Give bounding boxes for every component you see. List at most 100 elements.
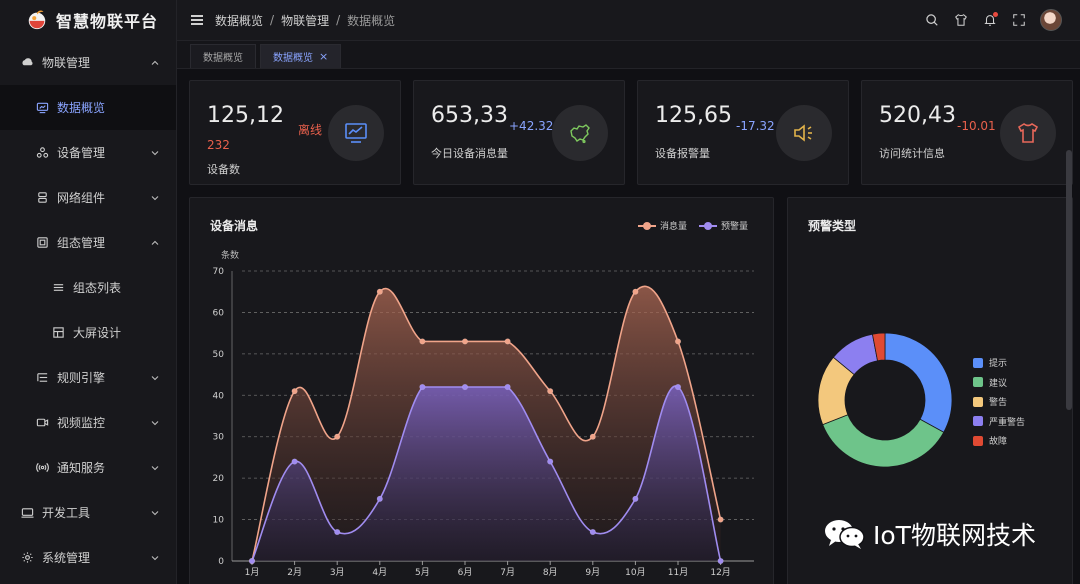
data-point-alerts xyxy=(547,458,554,465)
legend-swatch xyxy=(973,377,983,388)
data-point-messages xyxy=(291,388,298,395)
y-tick-label: 60 xyxy=(213,308,225,318)
x-tick-label: 12月 xyxy=(710,567,730,578)
data-point-messages xyxy=(674,338,682,345)
x-tick-label: 2月 xyxy=(287,567,302,578)
breadcrumb-item-2[interactable]: 物联管理 xyxy=(281,12,329,29)
pie-slice-tip[interactable] xyxy=(884,332,953,433)
data-point-alerts xyxy=(419,383,426,391)
tabs-bar: 数据概览 数据概览 × xyxy=(177,40,1080,69)
sidebar-item-label: 设备管理 xyxy=(57,146,106,160)
y-tick-label: 10 xyxy=(213,516,225,526)
stat-delta: -17.32 xyxy=(736,119,775,133)
sidebar-item-screen-design[interactable]: 大屏设计 xyxy=(0,310,176,355)
monitor-icon xyxy=(35,101,49,115)
screen-design-icon xyxy=(51,326,65,340)
data-point-messages xyxy=(717,516,724,523)
stat-card-alarms: 125,65 -17.32 设备报警量 xyxy=(637,80,849,185)
pie-legend-item-fault[interactable]: 故障 xyxy=(973,431,1025,451)
y-tick-label: 30 xyxy=(213,433,225,443)
y-tick-label: 40 xyxy=(213,391,225,401)
scrollbar-thumb[interactable] xyxy=(1066,150,1072,410)
brand[interactable]: 智慧物联平台 xyxy=(0,0,176,40)
rule-engine-icon xyxy=(35,371,49,385)
chevron-up-icon[interactable] xyxy=(150,58,160,68)
sidebar: 智慧物联平台 物联管理数据概览设备管理网络组件组态管理组态列表大屏设计规则引擎视… xyxy=(0,0,177,584)
chevron-up-icon[interactable] xyxy=(150,238,160,248)
theme-skin-icon[interactable] xyxy=(953,12,969,28)
wechat-icon xyxy=(825,520,865,549)
legend-swatch xyxy=(973,416,983,427)
x-tick-label: 8月 xyxy=(543,567,558,578)
tab-overview-active[interactable]: 数据概览 × xyxy=(260,44,342,68)
sidebar-item-system-management[interactable]: 系统管理 xyxy=(0,535,176,580)
sidebar-item-iot-management[interactable]: 物联管理 xyxy=(0,40,176,85)
notification-bell-icon[interactable] xyxy=(982,12,998,28)
data-point-messages xyxy=(376,288,383,295)
chevron-down-icon[interactable] xyxy=(150,193,160,203)
sidebar-item-label: 视频监控 xyxy=(57,416,106,430)
top-header: 数据概览 / 物联管理 / 数据概览 xyxy=(177,0,1080,40)
sidebar-item-notification[interactable]: 通知服务 xyxy=(0,445,176,490)
sidebar-item-rule-engine[interactable]: 规则引擎 xyxy=(0,355,176,400)
sidebar-item-label: 组态管理 xyxy=(57,236,106,250)
chevron-down-icon[interactable] xyxy=(150,463,160,473)
x-tick-label: 10月 xyxy=(625,567,645,578)
data-point-messages xyxy=(461,338,469,345)
speaker-icon xyxy=(794,124,812,142)
stat-card-visits: 520,43 -10.01 访问统计信息 xyxy=(861,80,1073,185)
x-tick-label: 11月 xyxy=(668,567,688,578)
sidebar-item-label: 规则引擎 xyxy=(57,371,106,385)
sidebar-item-label: 组态列表 xyxy=(73,281,122,295)
breadcrumb-item-1[interactable]: 数据概览 xyxy=(215,12,263,29)
chevron-down-icon[interactable] xyxy=(150,553,160,563)
tab-overview[interactable]: 数据概览 xyxy=(190,44,256,68)
sidebar-item-device-management[interactable]: 设备管理 xyxy=(0,130,176,175)
sidebar-item-configuration-list[interactable]: 组态列表 xyxy=(0,265,176,310)
stat-delta-secondary: 232 xyxy=(207,138,230,152)
stat-label: 设备数 xyxy=(207,163,240,176)
sidebar-item-configuration[interactable]: 组态管理 xyxy=(0,220,176,265)
user-avatar[interactable] xyxy=(1040,9,1062,31)
sidebar-item-video-monitoring[interactable]: 视频监控 xyxy=(0,400,176,445)
pie-legend-item-severe-warning[interactable]: 严重警告 xyxy=(973,412,1025,432)
pie-legend-item-suggestion[interactable]: 建议 xyxy=(973,373,1025,393)
stat-value: 520,43 xyxy=(879,103,956,128)
tshirt-icon xyxy=(1017,123,1039,143)
sidebar-item-label: 通知服务 xyxy=(57,461,106,475)
data-point-alerts xyxy=(717,557,724,565)
sidebar-item-dev-tools[interactable]: 开发工具 xyxy=(0,490,176,535)
chevron-down-icon[interactable] xyxy=(150,148,160,158)
settings-gear-icon xyxy=(20,551,34,565)
legend-label: 建议 xyxy=(989,378,1008,389)
pie-legend-item-tip[interactable]: 提示 xyxy=(973,353,1025,373)
chevron-down-icon[interactable] xyxy=(150,508,160,518)
sidebar-item-network-components[interactable]: 网络组件 xyxy=(0,175,176,220)
x-tick-label: 3月 xyxy=(330,567,345,578)
y-tick-label: 20 xyxy=(213,474,225,484)
tab-label: 数据概览 xyxy=(273,53,313,64)
chevron-down-icon[interactable] xyxy=(150,418,160,428)
data-point-alerts xyxy=(632,495,639,502)
cloud-icon xyxy=(20,56,34,70)
data-point-alerts xyxy=(461,383,469,391)
stat-value: 125,65 xyxy=(655,103,732,128)
chevron-down-icon[interactable] xyxy=(150,373,160,383)
pie-slice-suggestion[interactable] xyxy=(822,414,945,468)
search-icon[interactable] xyxy=(924,12,940,28)
y-tick-label: 0 xyxy=(218,557,224,567)
china-map-icon xyxy=(570,124,590,144)
tab-close-icon[interactable]: × xyxy=(319,50,328,63)
stat-icon-circle xyxy=(328,105,384,161)
sidebar-item-data-overview[interactable]: 数据概览 xyxy=(0,85,176,130)
data-point-alerts xyxy=(334,528,341,536)
fullscreen-icon[interactable] xyxy=(1011,12,1027,28)
legend-label: 严重警告 xyxy=(989,417,1026,428)
pie-legend-item-warning[interactable]: 警告 xyxy=(973,392,1025,412)
y-tick-label: 50 xyxy=(213,350,225,360)
data-point-messages xyxy=(504,338,511,345)
stat-icon-circle xyxy=(1000,105,1056,161)
menu-toggle-icon[interactable] xyxy=(191,15,203,25)
stat-label: 今日设备消息量 xyxy=(431,147,508,160)
sidebar-item-label: 数据概览 xyxy=(57,101,106,115)
